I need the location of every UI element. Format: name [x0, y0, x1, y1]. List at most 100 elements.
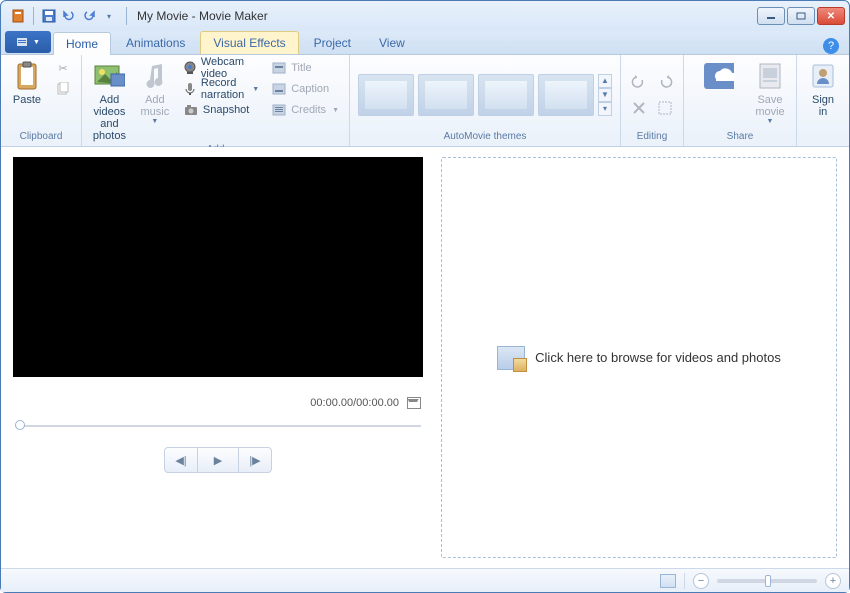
video-preview[interactable]: [13, 157, 423, 377]
editing-group-label: Editing: [627, 131, 677, 145]
preview-pane: 00:00.00/00:00.00 ◀| ▶ |▶: [13, 157, 423, 558]
title-button[interactable]: Title: [267, 58, 343, 78]
window-controls: ✕: [755, 7, 845, 25]
qat-separator: [33, 7, 34, 25]
caption-icon: [271, 81, 287, 97]
themes-gallery: ▲ ▼ ▾: [356, 72, 614, 118]
app-window: ▾ My Movie - Movie Maker ✕ ▼ Home Animat…: [0, 0, 850, 593]
status-separator: [684, 573, 685, 589]
play-button[interactable]: ▶: [198, 447, 238, 473]
themes-group-label: AutoMovie themes: [356, 131, 614, 145]
snapshot-button[interactable]: Snapshot: [179, 100, 263, 120]
cut-button[interactable]: ✂: [51, 58, 75, 78]
group-signin: Sign in: [797, 55, 849, 146]
copy-icon: [55, 81, 71, 97]
sign-in-button[interactable]: Sign in: [803, 58, 843, 120]
photo-video-icon: [93, 60, 125, 92]
group-editing: Editing: [621, 55, 684, 146]
signin-group-label: [803, 131, 843, 145]
timeline-pane[interactable]: Click here to browse for videos and phot…: [441, 157, 837, 558]
rotate-right-button[interactable]: [653, 70, 677, 94]
zoom-slider[interactable]: [717, 579, 817, 583]
theme-thumb[interactable]: [478, 74, 534, 116]
record-label: Record narration: [201, 77, 246, 101]
chevron-down-icon: ▼: [33, 39, 40, 46]
credits-button[interactable]: Credits ▼: [267, 100, 343, 120]
thumbnails-view-button[interactable]: [660, 574, 676, 588]
time-row: 00:00.00/00:00.00: [13, 393, 423, 413]
zoom-knob[interactable]: [765, 575, 771, 587]
save-movie-label: Save movie: [755, 94, 784, 118]
scissors-icon: ✂: [55, 60, 71, 76]
close-button[interactable]: ✕: [817, 7, 845, 25]
gallery-down-button[interactable]: ▼: [598, 88, 612, 102]
redo-icon[interactable]: [80, 7, 98, 25]
gallery-more-button[interactable]: ▾: [598, 102, 612, 116]
chevron-down-icon: ▼: [767, 118, 774, 126]
cloud-icon: [702, 60, 734, 92]
save-movie-button[interactable]: Save movie ▼: [750, 58, 790, 128]
camera-icon: [183, 102, 199, 118]
paste-button[interactable]: Paste: [7, 58, 47, 108]
save-icon[interactable]: [40, 7, 58, 25]
chevron-down-icon: ▼: [252, 86, 259, 93]
remove-button[interactable]: [627, 96, 651, 120]
tab-view[interactable]: View: [366, 31, 418, 54]
time-display: 00:00.00/00:00.00: [310, 397, 399, 409]
copy-button[interactable]: [51, 79, 75, 99]
credits-icon: [271, 102, 287, 118]
save-movie-icon: [754, 60, 786, 92]
seek-knob[interactable]: [15, 420, 25, 430]
title-bar: ▾ My Movie - Movie Maker ✕: [1, 1, 849, 31]
seek-track: [15, 425, 421, 427]
fullscreen-button[interactable]: [407, 397, 421, 409]
add-music-button[interactable]: Add music ▼: [135, 58, 175, 128]
maximize-button[interactable]: [787, 7, 815, 25]
theme-thumb[interactable]: [358, 74, 414, 116]
status-bar: − +: [1, 568, 849, 592]
group-clipboard: Paste ✂ Clipboard: [1, 55, 82, 146]
prev-frame-button[interactable]: ◀|: [164, 447, 198, 473]
paste-label: Paste: [13, 94, 41, 106]
add-videos-photos-button[interactable]: Add videos and photos: [88, 58, 131, 144]
undo-icon[interactable]: [60, 7, 78, 25]
sign-in-label: Sign in: [812, 94, 834, 118]
group-share: Save movie ▼ Share: [684, 55, 797, 146]
theme-thumb[interactable]: [538, 74, 594, 116]
snapshot-label: Snapshot: [203, 104, 249, 116]
seek-bar[interactable]: [15, 417, 421, 435]
clipboard-icon: [11, 60, 43, 92]
tab-home[interactable]: Home: [53, 32, 111, 55]
qat-customize-icon[interactable]: ▾: [100, 7, 118, 25]
add-videos-label: Add videos and photos: [92, 94, 127, 142]
minimize-button[interactable]: [757, 7, 785, 25]
user-icon: [807, 60, 839, 92]
microphone-icon: [183, 81, 197, 97]
rotate-left-button[interactable]: [627, 70, 651, 94]
ribbon-tabs: ▼ Home Animations Visual Effects Project…: [1, 31, 849, 55]
tab-project[interactable]: Project: [301, 31, 364, 54]
select-all-button[interactable]: [653, 96, 677, 120]
record-narration-button[interactable]: Record narration ▼: [179, 79, 263, 99]
caption-button[interactable]: Caption: [267, 79, 343, 99]
file-menu-button[interactable]: ▼: [5, 31, 51, 53]
theme-thumb[interactable]: [418, 74, 474, 116]
title-separator: [126, 7, 127, 25]
next-frame-button[interactable]: |▶: [238, 447, 272, 473]
zoom-in-button[interactable]: +: [825, 573, 841, 589]
ribbon: Paste ✂ Clipboard Add videos and photos: [1, 55, 849, 147]
clipboard-group-label: Clipboard: [7, 131, 75, 145]
group-add: Add videos and photos Add music ▼ Webcam…: [82, 55, 350, 146]
share-cloud-button[interactable]: [690, 58, 746, 96]
tab-visual-effects[interactable]: Visual Effects: [200, 31, 298, 54]
group-automovie-themes: ▲ ▼ ▾ AutoMovie themes: [350, 55, 621, 146]
app-menu-icon[interactable]: [9, 7, 27, 25]
title-label: Title: [291, 62, 311, 74]
chevron-down-icon: ▼: [151, 118, 158, 126]
tab-animations[interactable]: Animations: [113, 31, 198, 54]
webcam-video-button[interactable]: Webcam video: [179, 58, 263, 78]
gallery-up-button[interactable]: ▲: [598, 74, 612, 88]
zoom-out-button[interactable]: −: [693, 573, 709, 589]
drop-prompt: Click here to browse for videos and phot…: [497, 346, 781, 370]
help-icon[interactable]: ?: [823, 38, 839, 54]
